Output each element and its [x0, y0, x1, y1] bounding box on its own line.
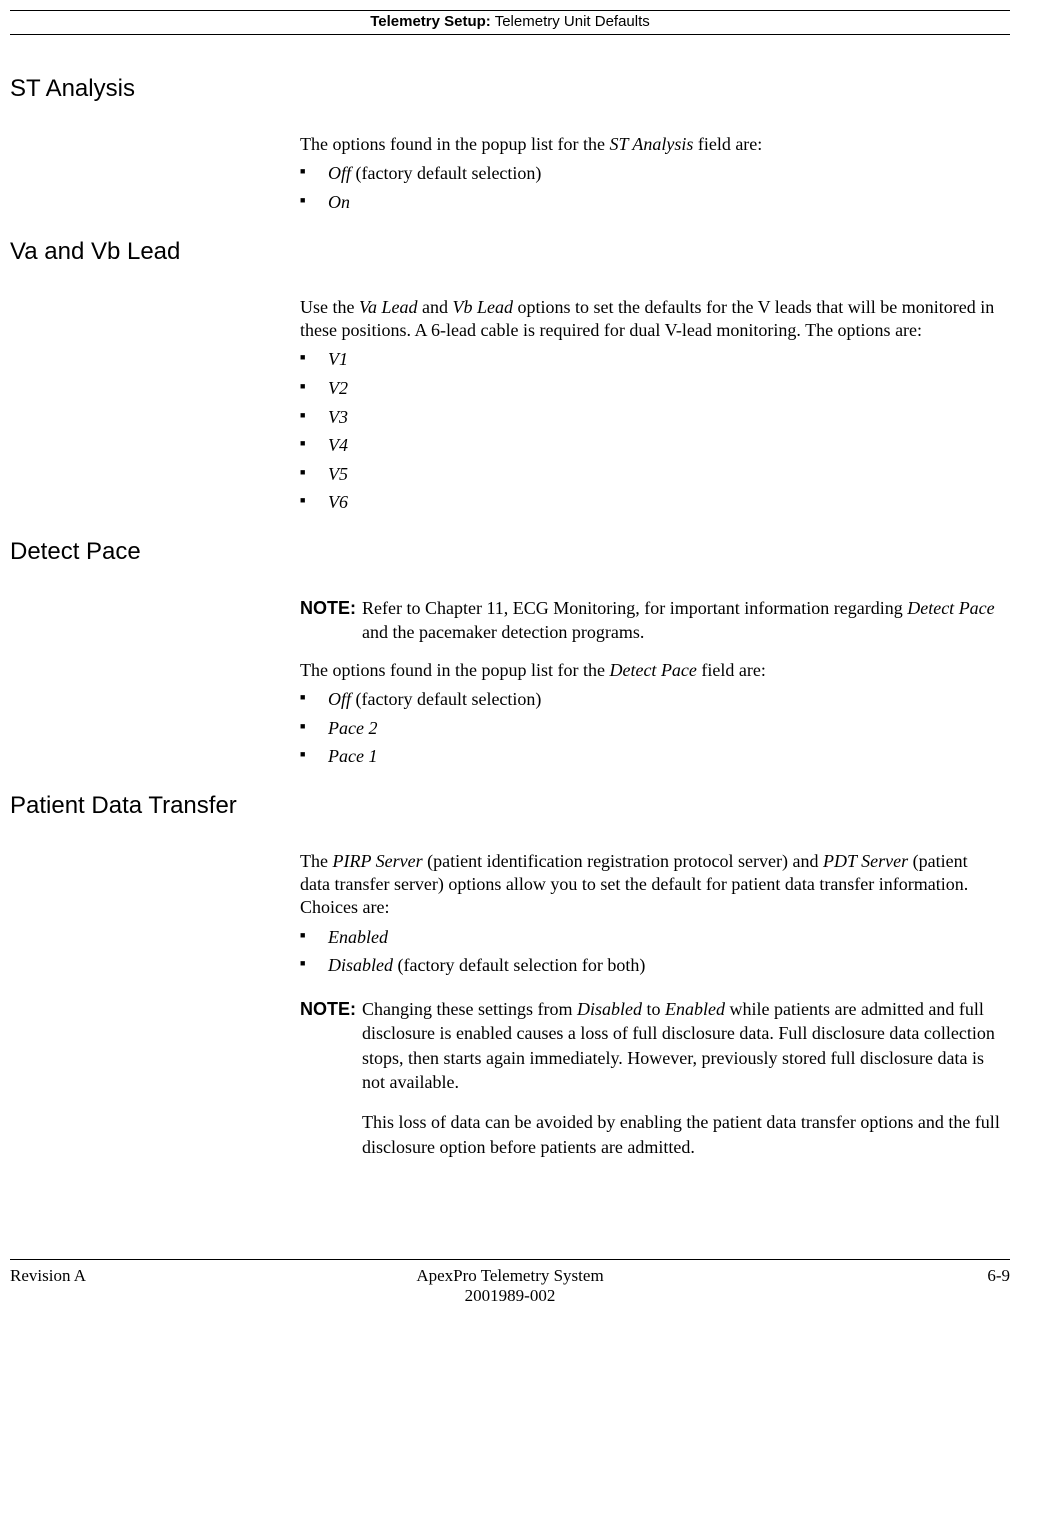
list-item: V4 — [300, 435, 1000, 457]
list-item: V6 — [300, 492, 1000, 514]
heading-patient-data-transfer: Patient Data Transfer — [10, 792, 1010, 820]
page-footer: Revision A ApexPro Telemetry System 2001… — [10, 1260, 1010, 1306]
list-item: V3 — [300, 407, 1000, 429]
list-item: V2 — [300, 378, 1000, 400]
page-header: Telemetry Setup: Telemetry Unit Defaults — [10, 13, 1010, 34]
header-title-bold: Telemetry Setup: — [370, 13, 491, 30]
detect-intro: The options found in the popup list for … — [300, 659, 1000, 682]
note-label: NOTE: — [300, 596, 362, 645]
header-title-rest: Telemetry Unit Defaults — [491, 13, 650, 30]
note-label: NOTE: — [300, 997, 362, 1159]
pdt-intro: The PIRP Server (patient identification … — [300, 850, 1000, 920]
list-item: Disabled (factory default selection for … — [300, 955, 1000, 977]
detect-note: NOTE: Refer to Chapter 11, ECG Monitorin… — [300, 596, 1000, 645]
heading-va-vb-lead: Va and Vb Lead — [10, 238, 1010, 266]
list-item: Off (factory default selection) — [300, 689, 1000, 711]
heading-detect-pace: Detect Pace — [10, 538, 1010, 566]
pdt-note: NOTE: Changing these settings from Disab… — [300, 997, 1000, 1159]
va-options-list: V1 V2 V3 V4 V5 V6 — [300, 349, 1000, 514]
va-intro: Use the Va Lead and Vb Lead options to s… — [300, 296, 1000, 343]
list-item: On — [300, 192, 1000, 214]
footer-page-number: 6-9 — [850, 1266, 1010, 1306]
detect-options-list: Off (factory default selection) Pace 2 P… — [300, 689, 1000, 768]
footer-docnum: 2001989-002 — [170, 1286, 850, 1306]
st-intro: The options found in the popup list for … — [300, 133, 1000, 156]
footer-product: ApexPro Telemetry System — [170, 1266, 850, 1286]
footer-revision: Revision A — [10, 1266, 170, 1306]
pdt-options-list: Enabled Disabled (factory default select… — [300, 927, 1000, 977]
list-item: Pace 1 — [300, 746, 1000, 768]
st-options-list: Off (factory default selection) On — [300, 163, 1000, 213]
list-item: V1 — [300, 349, 1000, 371]
heading-st-analysis: ST Analysis — [10, 75, 1010, 103]
list-item: Enabled — [300, 927, 1000, 949]
list-item: Pace 2 — [300, 718, 1000, 740]
list-item: V5 — [300, 464, 1000, 486]
list-item: Off (factory default selection) — [300, 163, 1000, 185]
